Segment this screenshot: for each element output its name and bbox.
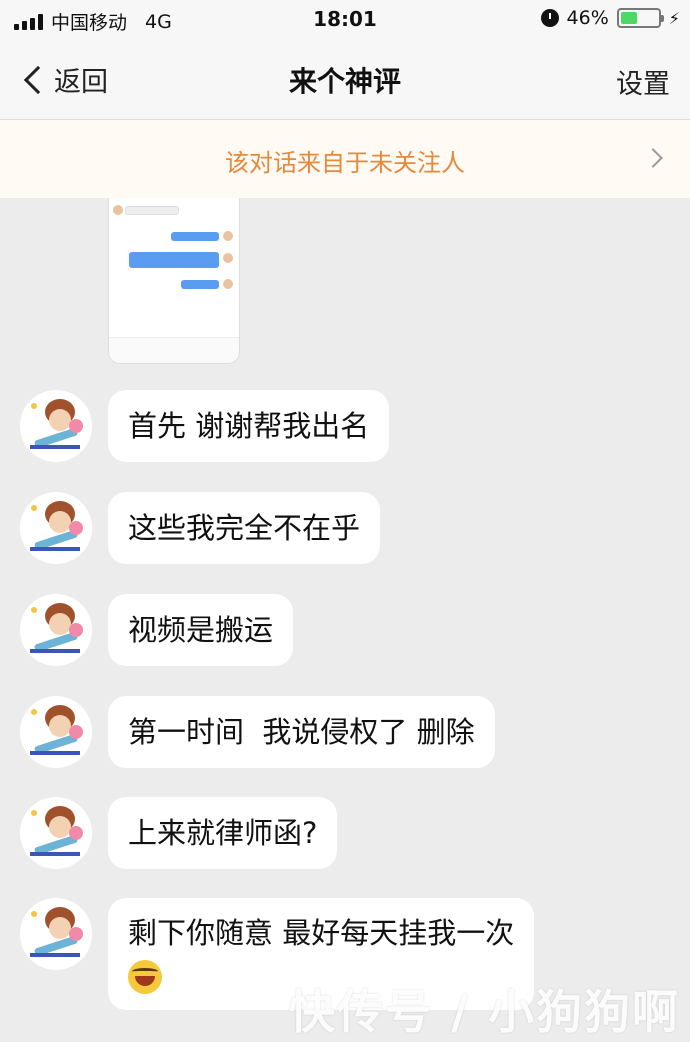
message-bubble[interactable]: 视频是搬运 (108, 594, 294, 666)
message-text: 剩下你随意 最好每天挂我一次 (128, 916, 515, 950)
shared-screenshot-image[interactable] (108, 198, 240, 364)
unfollowed-notice-banner[interactable]: 该对话来自于未关注人 (0, 120, 690, 198)
message-bubble[interactable]: 上来就律师函? (108, 797, 338, 869)
message-text: 视频是搬运 (128, 613, 274, 647)
message-text: 第一时间 我说侵权了 删除 (128, 715, 475, 749)
status-right: 46% ⚡ (540, 7, 680, 29)
message-bubble[interactable]: 首先 谢谢帮我出名 (108, 390, 390, 462)
thumb-bubble (171, 232, 219, 241)
avatar[interactable] (20, 797, 92, 869)
message-text: 首先 谢谢帮我出名 (128, 409, 370, 443)
status-bar: 中国移动 4G 18:01 46% ⚡ (0, 0, 690, 40)
battery-icon (616, 8, 664, 28)
watermark: 快传号 / 小狗狗啊 (289, 985, 680, 1039)
thumb-avatar (113, 205, 123, 215)
thumb-bubble (181, 280, 219, 289)
avatar[interactable] (20, 898, 92, 970)
laugh-emoji-icon (128, 960, 162, 994)
settings-button[interactable]: 设置 (616, 62, 670, 101)
thumb-avatar (223, 231, 233, 241)
message-text: 上来就律师函? (128, 816, 318, 850)
alarm-icon (540, 9, 559, 27)
avatar[interactable] (20, 492, 92, 564)
thumb-avatar (223, 253, 233, 263)
thumb-bubble (129, 252, 219, 268)
navigation-bar: 返回 来个神评 设置 (0, 40, 690, 120)
charging-bolt-icon: ⚡ (668, 8, 680, 28)
battery-percent: 46% (566, 7, 609, 29)
thumb-bubble (125, 206, 179, 215)
thumb-avatar (223, 279, 233, 289)
avatar[interactable] (20, 594, 92, 666)
avatar[interactable] (20, 390, 92, 462)
message-text: 这些我完全不在乎 (128, 511, 361, 545)
avatar[interactable] (20, 696, 92, 768)
thumb-toolbar (109, 337, 239, 363)
battery-fill (620, 12, 638, 24)
banner-text: 该对话来自于未关注人 (225, 149, 465, 177)
message-bubble[interactable]: 第一时间 我说侵权了 删除 (108, 696, 495, 768)
page-title: 来个神评 (288, 65, 401, 98)
message-bubble[interactable]: 这些我完全不在乎 (108, 492, 381, 564)
